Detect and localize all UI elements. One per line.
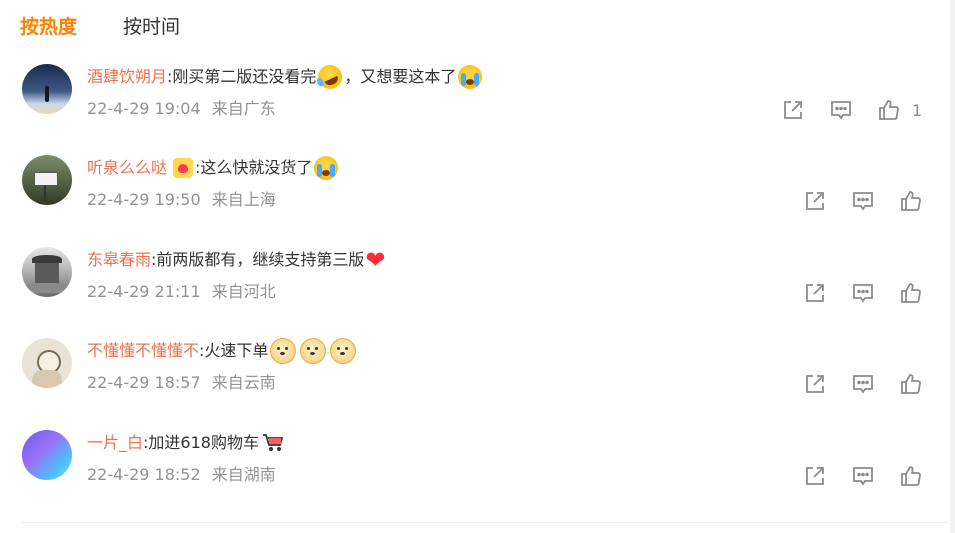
avatar[interactable]	[22, 155, 72, 205]
comment-location: 来自河北	[211, 282, 276, 301]
comment-item: 酒肆饮朔月 :刚买第二版还没看完 ，又想要这本了 22-4-29 19:04 来…	[0, 61, 955, 155]
comment-text: :前两版都有，继续支持第三版	[151, 250, 365, 269]
like-icon[interactable]	[898, 280, 924, 306]
doge-emoji-icon	[270, 338, 297, 364]
like-icon[interactable]	[898, 188, 924, 214]
like-count: 1	[912, 100, 923, 120]
comment-item: 一片_白 :加进618购物车 22-4-29 18:52 来自湖南	[0, 430, 955, 521]
comment-text: :刚买第二版还没看完	[167, 67, 317, 86]
share-icon[interactable]	[802, 280, 828, 306]
comment-icon[interactable]	[850, 463, 876, 489]
comment-item: 听泉么么哒 :这么快就没货了 22-4-29 19:50 来自上海	[0, 155, 955, 246]
tab-sort-by-time[interactable]: 按时间	[123, 13, 180, 41]
comment-actions	[802, 188, 924, 214]
comment-text: :加进618购物车	[143, 433, 259, 452]
comment-actions: 1	[780, 97, 922, 123]
avatar[interactable]	[22, 430, 72, 480]
shopping-cart-emoji-icon	[262, 433, 284, 453]
crying-emoji-icon	[458, 65, 483, 89]
share-icon[interactable]	[802, 371, 828, 397]
doge-emoji-icon	[330, 338, 357, 364]
red-heart-emoji-icon: ❤	[365, 246, 386, 274]
comment-actions	[802, 280, 924, 306]
comment-content: 听泉么么哒 :这么快就没货了	[87, 155, 340, 181]
comment-location: 来自云南	[211, 373, 276, 392]
comment-username[interactable]: 一片_白	[87, 430, 143, 456]
laughing-tears-emoji-icon	[314, 61, 347, 93]
comment-time: 22-4-29 18:52	[87, 465, 201, 484]
comment-time: 22-4-29 19:50	[87, 190, 201, 209]
comment-content: 酒肆饮朔月 :刚买第二版还没看完 ，又想要这本了	[87, 61, 484, 93]
comment-meta: 22-4-29 21:11 来自河北	[87, 280, 276, 304]
comment-icon[interactable]	[828, 97, 854, 123]
doge-emoji-icon	[300, 338, 327, 364]
crown-heart-badge-icon	[173, 158, 194, 178]
sort-tabs: 按热度 按时间	[20, 13, 180, 41]
share-icon[interactable]	[780, 97, 806, 123]
comment-location: 来自湖南	[211, 465, 276, 484]
avatar[interactable]	[22, 64, 72, 114]
comment-time: 22-4-29 19:04	[87, 99, 201, 118]
comment-text-continued: ，又想要这本了	[344, 67, 457, 86]
comment-meta: 22-4-29 18:57 来自云南	[87, 371, 276, 395]
comment-content: 东皋春雨 :前两版都有，继续支持第三版 ❤	[87, 247, 386, 273]
like-icon[interactable]	[898, 371, 924, 397]
comment-item: 东皋春雨 :前两版都有，继续支持第三版 ❤ 22-4-29 21:11 来自河北	[0, 247, 955, 338]
comment-actions	[802, 463, 924, 489]
list-divider	[22, 522, 948, 523]
avatar[interactable]	[22, 247, 72, 297]
crying-emoji-icon	[314, 156, 339, 180]
comment-meta: 22-4-29 19:50 来自上海	[87, 188, 276, 212]
comment-username[interactable]: 东皋春雨	[87, 247, 151, 273]
scrollbar-track[interactable]	[950, 0, 955, 533]
share-icon[interactable]	[802, 463, 828, 489]
comment-icon[interactable]	[850, 188, 876, 214]
comment-time: 22-4-29 18:57	[87, 373, 201, 392]
comment-location: 来自上海	[211, 190, 276, 209]
like-icon[interactable]	[898, 463, 924, 489]
comment-text: :火速下单	[199, 341, 269, 360]
like-icon[interactable]	[876, 97, 902, 123]
comment-location: 来自广东	[211, 99, 276, 118]
comment-username[interactable]: 听泉么么哒	[87, 155, 167, 181]
comment-actions	[802, 371, 924, 397]
comment-icon[interactable]	[850, 371, 876, 397]
tab-sort-by-hot[interactable]: 按热度	[20, 13, 77, 41]
comment-item: 不懂懂不懂懂不 :火速下单 22-4-29 18:57 来自云南	[0, 338, 955, 429]
comment-meta: 22-4-29 19:04 来自广东	[87, 97, 276, 121]
comment-icon[interactable]	[850, 280, 876, 306]
comment-username[interactable]: 不懂懂不懂懂不	[87, 338, 199, 364]
avatar[interactable]	[22, 338, 72, 388]
comment-content: 一片_白 :加进618购物车	[87, 430, 284, 456]
comment-username[interactable]: 酒肆饮朔月	[87, 64, 167, 90]
comment-content: 不懂懂不懂懂不 :火速下单	[87, 338, 358, 364]
comment-text: :这么快就没货了	[195, 158, 313, 177]
share-icon[interactable]	[802, 188, 828, 214]
comment-time: 22-4-29 21:11	[87, 282, 201, 301]
comment-meta: 22-4-29 18:52 来自湖南	[87, 463, 276, 487]
